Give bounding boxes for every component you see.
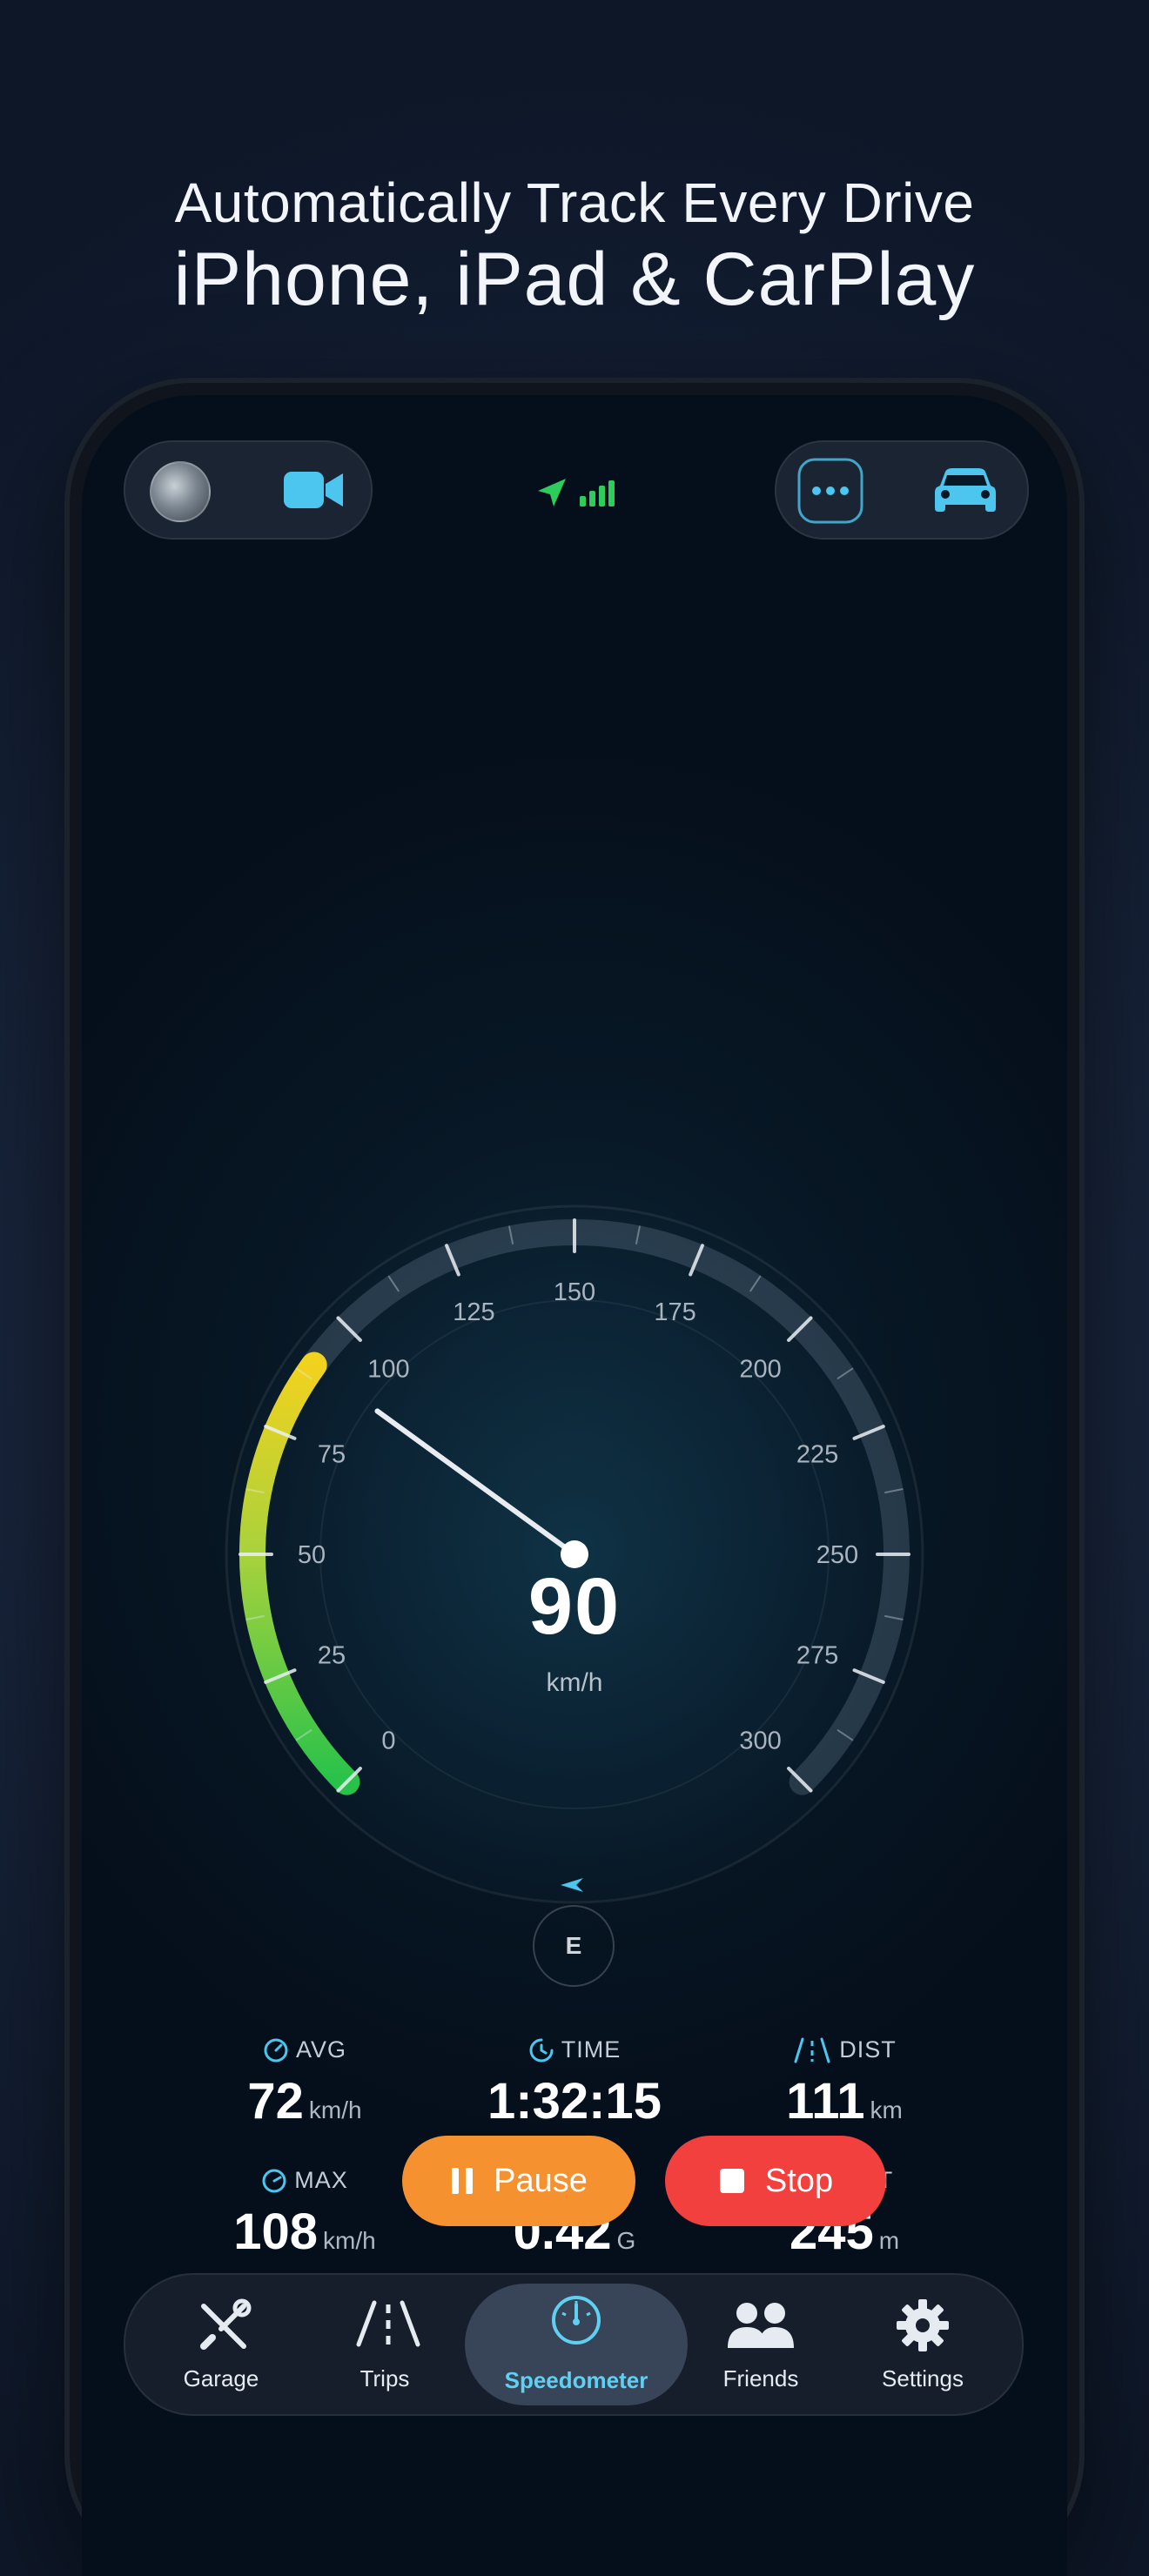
gauge-tick-label: 175 <box>654 1298 695 1326</box>
stat-alt-unit: m <box>878 2227 900 2254</box>
stat-avg: AVG 72 km/h <box>174 2036 435 2130</box>
current-speed-value: 90 <box>527 1562 622 1651</box>
phone-frame: 0 25 50 75 100 125 150 175 200 225 250 275 300 90 km… <box>70 383 1079 2576</box>
stat-max: MAX 108 km/h <box>174 2167 435 2261</box>
stat-time: TIME 1:32:15 <box>444 2036 705 2130</box>
speedometer-gauge: 0255075100125150175200225250275300 <box>225 1204 924 1904</box>
wrench-screwdriver-icon <box>200 2298 252 2350</box>
headline-line2: iPhone, iPad & CarPlay <box>173 238 976 321</box>
app-screen: 0 25 50 75 100 125 150 175 200 225 250 275 300 90 km… <box>82 395 1067 2576</box>
max-speed-icon <box>262 2169 286 2192</box>
gauge-tick-label: 100 <box>367 1355 409 1383</box>
stat-time-value: 1:32:15 <box>487 2073 662 2130</box>
gear-icon <box>897 2299 949 2351</box>
stop-button[interactable]: Stop <box>665 2136 886 2226</box>
stat-avg-unit: km/h <box>308 2096 362 2123</box>
timer-icon <box>529 2038 554 2062</box>
tab-friends[interactable]: Friends <box>682 2275 839 2414</box>
tab-trips-label: Trips <box>359 2365 410 2392</box>
stat-max-label: MAX <box>294 2167 348 2193</box>
bottom-tab-bar: Garage Trips Speedometer Friends Setting… <box>124 2273 1024 2416</box>
gauge-tick-label: 75 <box>318 1440 346 1468</box>
gauge-tick-label: 125 <box>453 1298 494 1326</box>
stat-dist: DIST 111 km <box>714 2036 975 2130</box>
stat-avg-label: AVG <box>295 2036 346 2063</box>
current-speed-unit: km/h <box>546 1668 603 1697</box>
stat-max-value: 108 <box>233 2204 319 2260</box>
gauge-tick-label: 0 <box>381 1727 395 1755</box>
stat-dist-value: 111 <box>786 2073 865 2130</box>
tab-settings-label: Settings <box>882 2365 964 2392</box>
stat-max-unit: km/h <box>323 2227 376 2254</box>
tab-trips[interactable]: Trips <box>306 2275 463 2414</box>
tab-speedometer[interactable]: Speedometer <box>465 2284 688 2405</box>
gauge-tick-label: 200 <box>739 1355 781 1383</box>
stop-label: Stop <box>764 2162 834 2199</box>
stat-g-unit: G <box>616 2227 636 2254</box>
compass-heading: E <box>533 1905 615 1987</box>
tab-garage-label: Garage <box>183 2365 259 2392</box>
gauge-tick-label: 150 <box>554 1278 595 1306</box>
stat-time-label: TIME <box>561 2036 622 2063</box>
pause-button[interactable]: Pause <box>402 2136 635 2226</box>
heading-arrow-icon <box>561 1878 583 1892</box>
gauge-tick-label: 225 <box>796 1440 838 1468</box>
gauge-tick-label: 300 <box>739 1727 781 1755</box>
road-distance-icon <box>794 2037 830 2063</box>
stat-avg-value: 72 <box>247 2073 304 2130</box>
tab-settings[interactable]: Settings <box>844 2275 1001 2414</box>
headline-line1: Automatically Track Every Drive <box>174 171 975 234</box>
stat-dist-unit: km <box>870 2096 903 2123</box>
stat-dist-label: DIST <box>839 2036 897 2063</box>
stop-icon <box>719 2169 744 2193</box>
tab-speedometer-label: Speedometer <box>504 2367 648 2393</box>
tab-friends-label: Friends <box>722 2365 799 2392</box>
tab-garage[interactable]: Garage <box>143 2275 299 2414</box>
average-speed-icon <box>264 2038 288 2062</box>
speedometer-icon <box>552 2296 601 2345</box>
people-icon <box>728 2303 794 2348</box>
pause-label: Pause <box>494 2162 588 2199</box>
road-icon <box>356 2300 420 2347</box>
pause-icon <box>452 2168 474 2194</box>
